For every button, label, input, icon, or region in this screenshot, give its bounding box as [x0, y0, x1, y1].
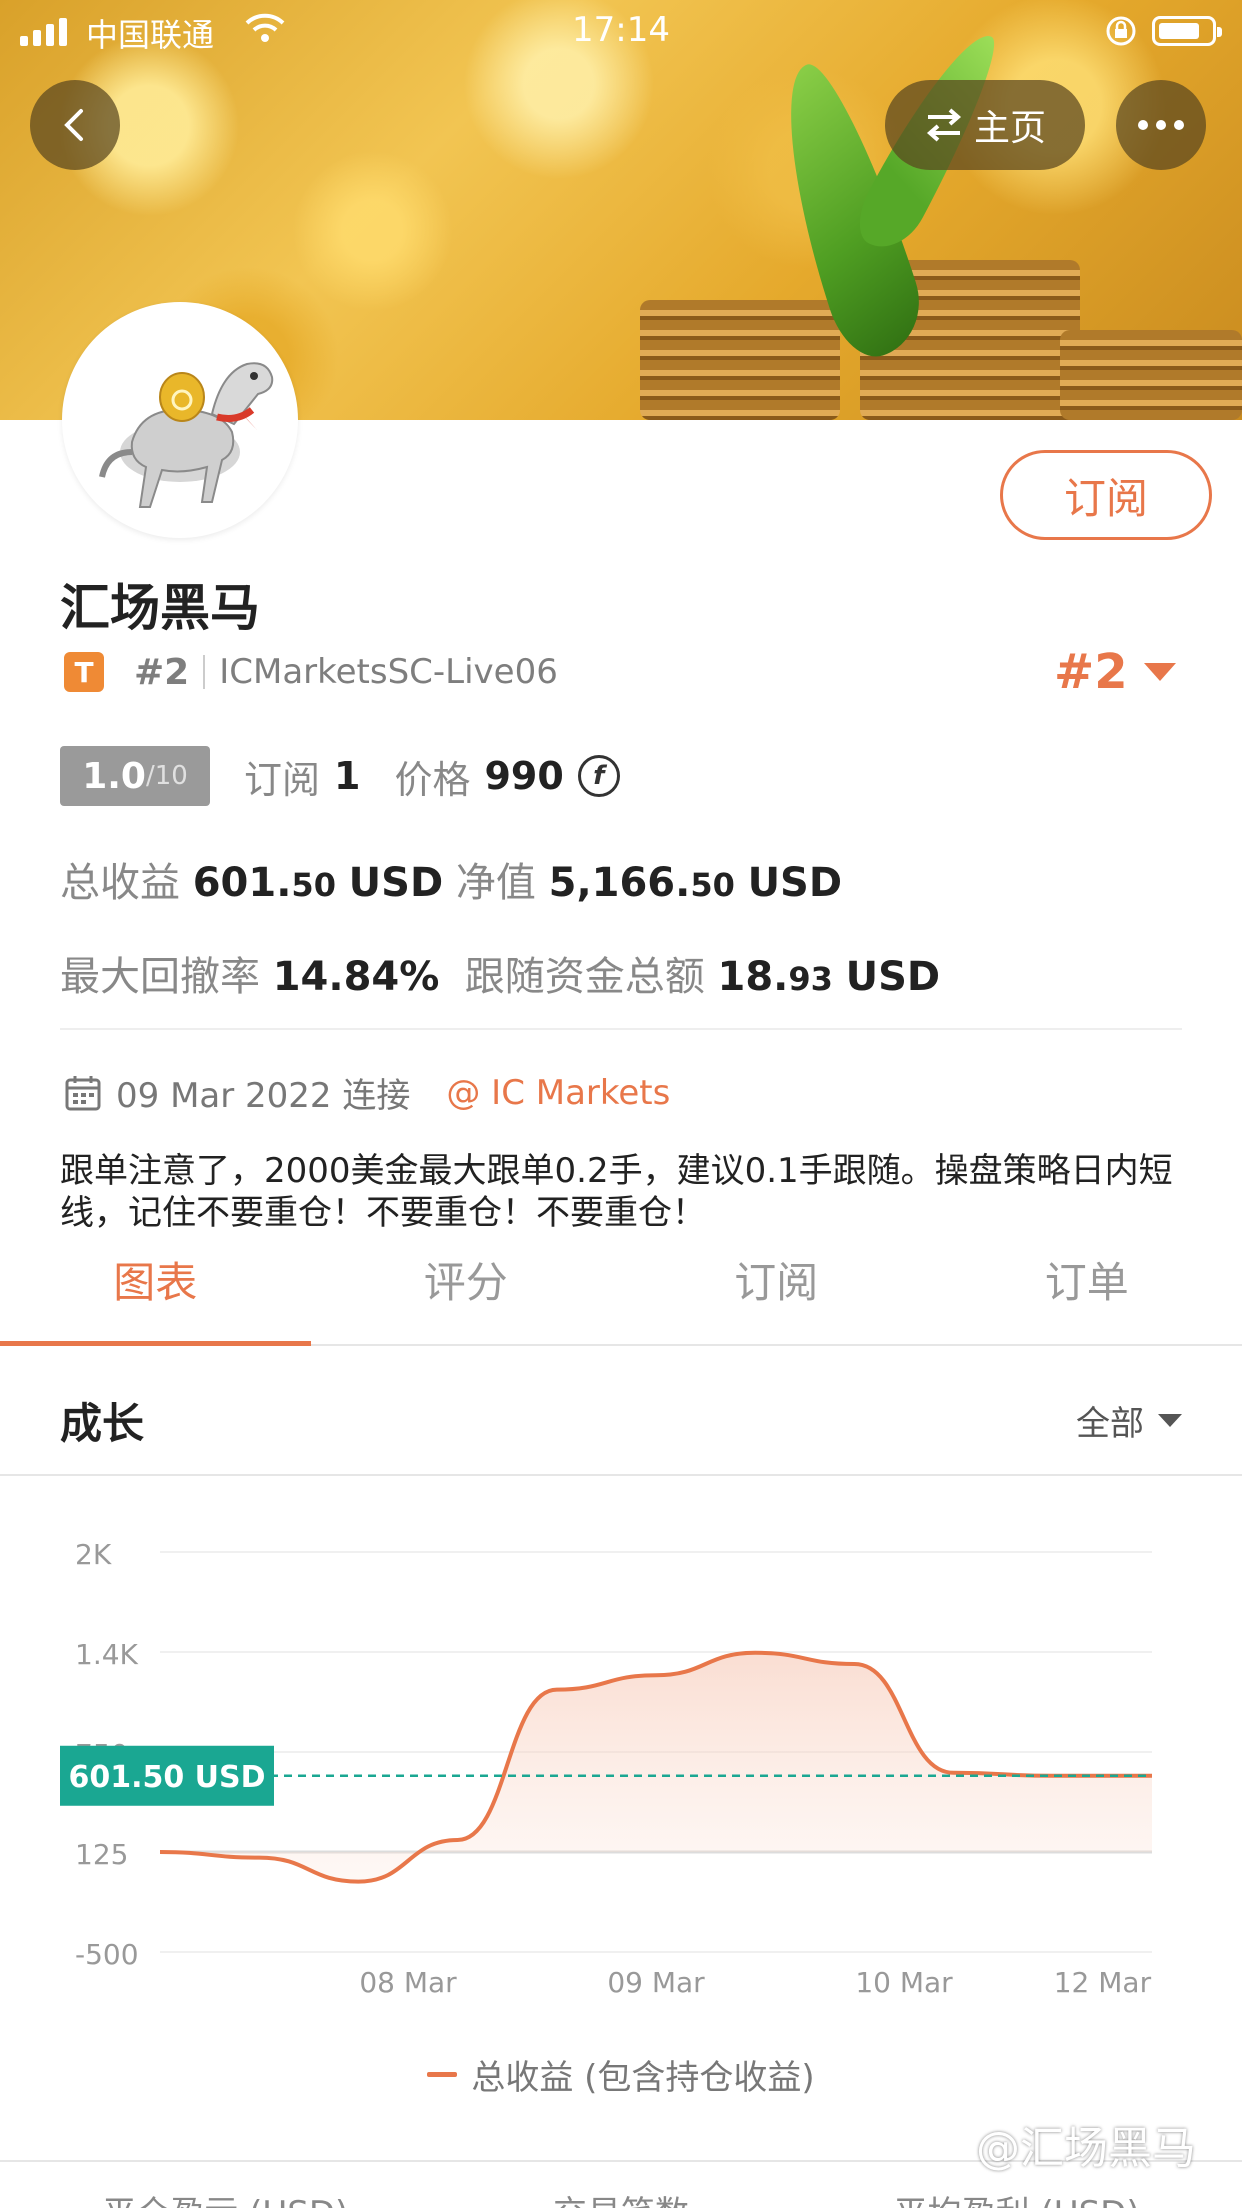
growth-header: 成长 全部 — [0, 1360, 1242, 1476]
current-value-label: 601.50 USD — [68, 1760, 265, 1795]
total-profit-int: 601. — [192, 860, 292, 906]
legend-label: 总收益 (包含持仓收益) — [471, 2058, 815, 2098]
growth-chart: 2K1.4K750125-50008 Mar09 Mar10 Mar12 Mar… — [60, 1538, 1152, 1999]
subscribers-count: 1 — [334, 754, 361, 798]
equity-label: 净值 — [455, 860, 536, 906]
follow-funds-label: 跟随资金总额 — [464, 954, 705, 1000]
x-tick-label: 10 Mar — [855, 1966, 953, 1999]
watermark: @汇场黑马 — [976, 2123, 1196, 2174]
y-tick-label: 2K — [75, 1538, 112, 1571]
follow-funds-unit: USD — [845, 954, 941, 1000]
caret-down-icon — [1143, 663, 1176, 681]
connect-date: 09 Mar 2022 连接 — [116, 1076, 411, 1116]
price-value: 990 — [484, 754, 564, 798]
avatar[interactable] — [62, 302, 298, 538]
tab-bar: 图表 评分 订阅 订单 — [0, 1250, 1242, 1346]
drawdown-funds-line: 最大回撤率 14.84% 跟随资金总额 18.93 USD — [60, 944, 940, 1002]
x-tick-label: 12 Mar — [1054, 1966, 1152, 1999]
calendar-icon — [65, 1075, 101, 1110]
tab-orders[interactable]: 订单 — [932, 1250, 1242, 1344]
max-drawdown-label: 最大回撤率 — [60, 954, 260, 1000]
range-value: 全部 — [1076, 1404, 1144, 1444]
rank-value: #2 — [1054, 644, 1128, 700]
horse-avatar-icon — [99, 362, 274, 508]
broker-link[interactable]: @ IC Markets — [446, 1073, 670, 1113]
max-drawdown-value: 14.84% — [272, 954, 440, 1000]
y-tick-label: -500 — [75, 1938, 139, 1971]
caret-down-icon — [1158, 1414, 1182, 1427]
subscribe-button[interactable]: 订阅 — [1000, 450, 1212, 540]
equity-int: 5,166. — [548, 860, 691, 906]
column-header: 平仓盈亏 (USD) — [102, 2186, 348, 2208]
y-tick-label: 125 — [75, 1838, 128, 1871]
home-label: 主页 — [973, 108, 1046, 149]
x-tick-label: 08 Mar — [359, 1966, 457, 1999]
trader-badge: T — [64, 652, 104, 692]
equity-dec: 50 — [690, 866, 735, 904]
score-max: /10 — [145, 761, 188, 791]
strategy-description: 跟单注意了，2000美金最大跟单0.2手，建议0.1手跟随。操盘策略日内短线，记… — [60, 1151, 1173, 1233]
divider — [60, 1028, 1182, 1030]
tab-rating[interactable]: 评分 — [311, 1250, 622, 1344]
series-area — [160, 1652, 1152, 1882]
status-bar: 中国联通 17:14 — [0, 0, 1242, 62]
tab-subscribe[interactable]: 订阅 — [621, 1250, 932, 1344]
range-dropdown[interactable]: 全部 — [1076, 1396, 1182, 1445]
total-profit-unit: USD — [348, 860, 444, 906]
rotation-lock-icon — [1104, 14, 1138, 56]
growth-title: 成长 — [60, 1399, 145, 1448]
coin-stack — [640, 300, 840, 420]
server-name: ICMarketsSC-Live06 — [219, 652, 558, 692]
score-value: 1.0 — [82, 755, 146, 797]
chevron-left-icon — [64, 109, 83, 141]
home-button[interactable]: 主页 — [885, 80, 1085, 170]
profit-equity-line: 总收益 601.50 USD 净值 5,166.50 USD — [60, 850, 842, 908]
tab-chart[interactable]: 图表 — [0, 1250, 311, 1346]
connect-info: 09 Mar 2022 连接 @ IC Markets — [64, 1068, 670, 1117]
more-button[interactable] — [1116, 80, 1206, 170]
subscribers-label: 订阅 — [244, 757, 321, 802]
equity-unit: USD — [747, 860, 843, 906]
total-profit-dec: 50 — [291, 866, 336, 904]
column-header: 平均盈利 (USD) — [894, 2186, 1140, 2208]
legend-swatch — [427, 2072, 458, 2077]
chart-legend: 总收益 (包含持仓收益) — [0, 2050, 1242, 2099]
clock: 17:14 — [572, 10, 670, 50]
column-header: 交易笔数 — [553, 2186, 689, 2208]
rank-dropdown[interactable]: #2 — [1054, 644, 1176, 700]
price-label: 价格 — [394, 757, 471, 802]
follow-funds-int: 18. — [717, 954, 789, 1000]
back-button[interactable] — [30, 80, 120, 170]
score-badge: 1.0/10 — [60, 746, 210, 806]
total-profit-label: 总收益 — [60, 860, 180, 906]
stats-summary: 1.0/10 订阅 1 价格 990 f — [60, 746, 620, 806]
x-tick-label: 09 Mar — [607, 1966, 705, 1999]
battery-icon — [1152, 16, 1222, 46]
rank-label: #2 — [134, 651, 190, 693]
account-meta: T #2 ICMarketsSC-Live06 — [64, 650, 558, 694]
coin-stack — [1060, 330, 1242, 420]
separator — [203, 655, 206, 689]
y-tick-label: 1.4K — [75, 1638, 139, 1671]
swap-icon — [926, 108, 962, 142]
follow-funds-dec: 93 — [788, 960, 833, 998]
page-title: 汇场黑马 — [60, 579, 260, 637]
more-dots-icon — [1138, 120, 1184, 130]
currency-coin-icon: f — [577, 755, 620, 797]
